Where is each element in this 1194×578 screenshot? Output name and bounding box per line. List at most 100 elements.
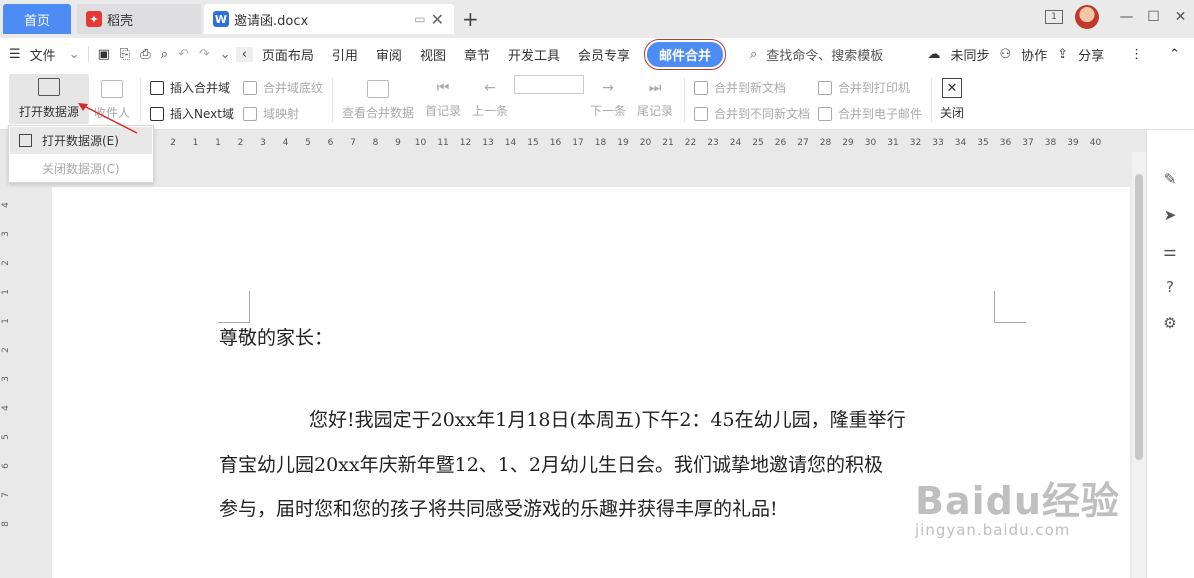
ruler-tick: 34 [954,138,967,148]
horizontal-ruler[interactable]: 2 1 1 2 3 4 5 6 7 8 9 10 11 12 13 14 15 16 17 18 19 20 21 22 23 2… [155,136,1130,152]
merge-to-separate-docs-button[interactable]: 合并到不同新文档 [694,105,810,122]
share-button[interactable]: 分享 [1078,45,1104,64]
ruler-tick: 1 [0,318,11,324]
email-icon [818,106,832,121]
export-icon[interactable]: ⎘ [115,47,135,62]
menu-developer[interactable]: 开发工具 [499,45,569,64]
window-count-badge[interactable]: 1 [1045,10,1063,24]
menu-review[interactable]: 审阅 [367,45,411,64]
ruler-tick: 37 [1022,138,1034,148]
collab-button[interactable]: 协作 [1021,45,1047,64]
first-record-button[interactable]: ⏮ 首记录 [425,80,461,119]
ruler-tick: 30 [864,138,877,148]
ruler-tick: 2 [237,138,244,148]
view-merged-data-button[interactable]: 查看合并数据 [342,80,414,121]
more-options-icon[interactable]: ⋮ [1124,47,1149,62]
share-icon[interactable]: ⇪ [1051,47,1074,62]
minimize-icon[interactable]: — [1113,9,1140,25]
tab-mail-merge[interactable]: 邮件合并 [643,38,727,70]
chevron-down-icon[interactable]: ⌄ [65,47,84,62]
ruler-tick: 6 [327,138,334,148]
menu-file[interactable]: 文件 [30,45,65,64]
adjust-icon[interactable]: ⚌ [1161,242,1179,260]
print-preview-icon[interactable]: ⌕ [156,47,173,62]
tab-daoke[interactable]: ✦ 稻壳 [77,4,201,34]
menu-view[interactable]: 视图 [411,45,455,64]
redo-icon[interactable]: ↷ [194,47,215,62]
print-icon[interactable]: ⎙ [135,47,155,62]
command-search[interactable]: 查找命令、搜索模板 [766,45,883,64]
field-shading-label: 合并域底纹 [263,81,324,95]
field-mapping-icon [243,106,257,121]
record-number-input[interactable] [514,75,584,94]
menu-references[interactable]: 引用 [323,45,367,64]
margin-marker-right [994,291,1026,323]
ruler-tick: 26 [774,138,787,148]
new-tab-button[interactable]: + [462,7,479,31]
cursor-icon[interactable]: ➤ [1161,206,1179,224]
search-icon[interactable]: ⌕ [741,47,766,62]
menu-page-layout[interactable]: 页面布局 [253,45,323,64]
merge-to-printer-button[interactable]: 合并到打印机 [818,79,910,96]
first-record-icon: ⏮ [436,80,450,96]
field-shading-button[interactable]: 合并域底纹 [243,79,323,96]
collab-icon[interactable]: ⚇ [994,47,1018,62]
help-icon[interactable]: ? [1161,278,1179,296]
collapse-ribbon-icon[interactable]: ⌃ [1163,47,1186,62]
scroll-left-icon[interactable]: ‹ [235,46,253,62]
paragraph-line-2: 育宝幼儿园20xx年庆新年暨12、1、2月幼儿生日会。我们诚挚地邀请您的积极 [219,454,883,476]
menu-item-close-datasource[interactable]: 关闭数据源(C) [9,155,153,182]
float-window-icon[interactable]: ▭ [414,12,425,26]
ruler-tick: 8 [0,521,11,527]
close-window-icon[interactable]: ✕ [1167,9,1194,25]
hamburger-menu-icon[interactable]: ☰ [0,47,30,62]
next-field-icon [150,106,164,121]
field-mapping-button[interactable]: 域映射 [243,105,299,122]
ruler-tick: 1 [215,138,221,148]
avatar[interactable] [1075,5,1099,29]
merge-to-new-doc-label: 合并到新文档 [714,81,787,95]
sync-status[interactable]: 未同步 [950,45,989,64]
new-doc-icon [694,80,708,95]
insert-merge-field-button[interactable]: 插入合并域 [150,79,230,96]
ruler-tick: 10 [414,138,427,148]
ruler-tick: 21 [662,138,674,148]
maximize-icon[interactable]: ☐ [1140,9,1167,25]
cloud-sync-icon[interactable]: ☁ [921,47,946,62]
ruler-tick: 28 [819,138,832,148]
ribbon-mail-merge: 打开数据源 收件人 插入合并域 合并域底纹 插入Next域 域映射 查看合并数据… [0,70,1194,130]
vertical-scrollbar[interactable] [1132,152,1146,578]
merge-to-email-button[interactable]: 合并到电子邮件 [818,105,922,122]
settings-icon[interactable]: ⚙ [1161,314,1179,332]
ruler-tick: 36 [999,138,1012,148]
ruler-tick: 32 [909,138,922,148]
next-record-button[interactable]: → 下一条 [590,80,626,119]
ruler-tick: 2 [0,347,11,353]
watermark-main: Baidu经验 [915,479,1120,523]
merge-to-printer-label: 合并到打印机 [838,81,911,95]
pen-icon[interactable]: ✎ [1161,170,1179,188]
ruler-tick: 3 [0,231,11,237]
undo-icon[interactable]: ↶ [173,47,194,62]
quick-access-more-icon[interactable]: ⌄ [215,47,236,62]
daoke-icon: ✦ [86,11,102,27]
paragraph-line-1: 您好!我园定于20xx年1月18日(本周五)下午2：45在幼儿园，隆重举行 [309,409,906,431]
field-mapping-label: 域映射 [263,107,300,121]
vertical-ruler[interactable]: 4 3 2 1 1 2 3 4 5 6 7 8 [0,178,14,578]
ruler-tick: 22 [684,138,697,148]
scrollbar-thumb[interactable] [1135,174,1143,460]
ruler-tick: 27 [797,138,809,148]
menu-member[interactable]: 会员专享 [569,45,639,64]
close-mail-merge-button[interactable]: ✕ 关闭 [940,78,964,121]
tab-home[interactable]: 首页 [3,4,71,34]
ruler-tick: 8 [372,138,379,148]
close-tab-icon[interactable]: ✕ [431,10,444,29]
insert-next-field-button[interactable]: 插入Next域 [150,105,234,122]
save-icon[interactable]: ▣ [93,47,115,62]
merge-to-new-doc-button[interactable]: 合并到新文档 [694,79,786,96]
tab-document[interactable]: W 邀请函.docx ▭ ✕ [204,4,454,34]
last-record-button[interactable]: ⏭ 尾记录 [637,80,673,119]
last-record-label: 尾记录 [637,104,674,118]
prev-record-button[interactable]: ← 上一条 [472,80,508,119]
menu-chapter[interactable]: 章节 [455,45,499,64]
